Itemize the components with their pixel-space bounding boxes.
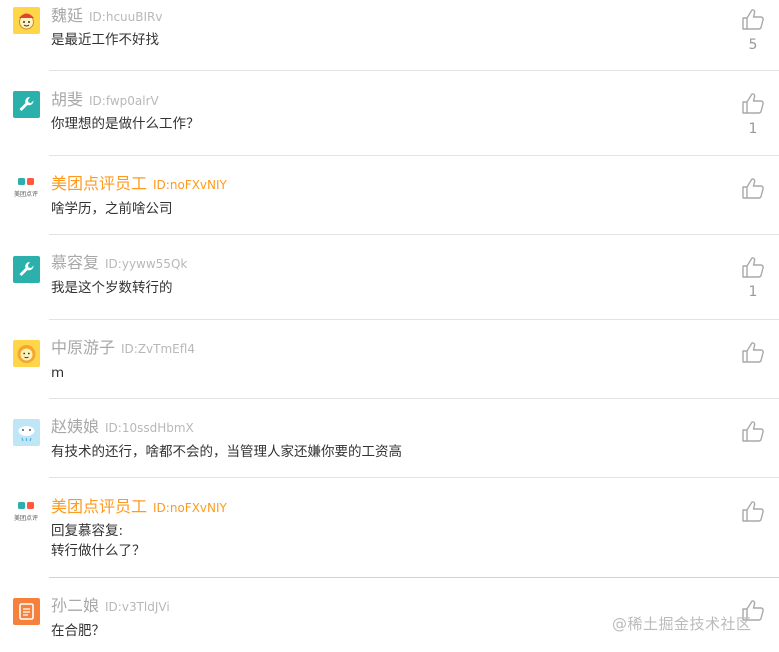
comment-text: 在合肥？ bbox=[51, 623, 105, 639]
avatar[interactable] bbox=[13, 256, 40, 283]
author-name[interactable]: 魏延 bbox=[51, 6, 83, 25]
divider bbox=[49, 477, 779, 478]
avatar[interactable] bbox=[13, 598, 40, 625]
document-icon bbox=[19, 603, 34, 620]
author-name[interactable]: 胡斐 bbox=[51, 90, 83, 109]
avatar[interactable]: 美团点评 bbox=[11, 500, 41, 527]
author-line: 魏延 ID:hcuuBIRv bbox=[51, 5, 162, 28]
author-line: 中原游子 ID:ZvTmEfl4 bbox=[51, 337, 195, 360]
cloud-icon bbox=[18, 426, 35, 442]
author-line: 胡斐 ID:fwp0alrV bbox=[51, 89, 159, 112]
comment-text: 有技术的还行，啥都不会的，当管理人家还嫌你要的工资高 bbox=[51, 444, 402, 460]
avatar[interactable] bbox=[13, 91, 40, 118]
divider bbox=[49, 577, 779, 578]
divider bbox=[49, 155, 779, 156]
yellow-face-icon bbox=[19, 13, 34, 30]
author-id: ID:v3TldJVi bbox=[105, 600, 170, 614]
logo-text: 美团点评 bbox=[14, 514, 38, 522]
like-count: 1 bbox=[748, 121, 758, 137]
author-line: 美团点评员工 ID:noFXvNIY bbox=[51, 173, 227, 196]
lion-face-icon bbox=[17, 345, 36, 363]
avatar[interactable] bbox=[13, 340, 40, 367]
like-count: 1 bbox=[748, 284, 758, 300]
wrench-icon bbox=[19, 261, 34, 276]
avatar[interactable] bbox=[13, 7, 40, 34]
author-name[interactable]: 中原游子 bbox=[51, 338, 115, 357]
like-count: 5 bbox=[748, 37, 758, 53]
author-id: ID:noFXvNIY bbox=[153, 178, 227, 192]
thumbs-up-icon[interactable] bbox=[741, 341, 765, 363]
divider bbox=[49, 70, 779, 71]
author-id: ID:yyww55Qk bbox=[105, 257, 188, 271]
author-line: 美团点评员工 ID:noFXvNIY bbox=[51, 496, 227, 519]
meituan-logo-icon: 美团点评 bbox=[14, 502, 38, 522]
author-name[interactable]: 慕容复 bbox=[51, 253, 99, 272]
comment-text: 我是这个岁数转行的 bbox=[51, 280, 173, 296]
author-id: ID:ZvTmEfl4 bbox=[121, 342, 195, 356]
watermark: @稀土掘金技术社区 bbox=[612, 615, 752, 633]
thumbs-up-icon[interactable] bbox=[741, 420, 765, 442]
author-id: ID:fwp0alrV bbox=[89, 94, 159, 108]
author-name[interactable]: 孙二娘 bbox=[51, 596, 99, 615]
divider bbox=[49, 234, 779, 235]
author-name[interactable]: 美团点评员工 bbox=[51, 497, 147, 516]
comment-text: 你理想的是做什么工作？ bbox=[51, 116, 200, 132]
reply-to-text: 回复慕容复: bbox=[51, 523, 124, 539]
author-id: ID:10ssdHbmX bbox=[105, 421, 194, 435]
avatar[interactable] bbox=[13, 419, 40, 446]
thumbs-up-icon[interactable] bbox=[741, 92, 765, 114]
wrench-icon bbox=[19, 96, 34, 111]
comment-text: 转行做什么了？ bbox=[51, 543, 146, 559]
logo-text: 美团点评 bbox=[14, 190, 38, 198]
author-name[interactable]: 赵姨娘 bbox=[51, 417, 99, 436]
thumbs-up-icon[interactable] bbox=[741, 256, 765, 278]
thumbs-up-icon[interactable] bbox=[741, 8, 765, 30]
author-line: 慕容复 ID:yyww55Qk bbox=[51, 252, 187, 275]
avatar[interactable]: 美团点评 bbox=[11, 176, 41, 203]
meituan-logo-icon: 美团点评 bbox=[14, 178, 38, 198]
divider bbox=[49, 319, 779, 320]
comment-text: 是最近工作不好找 bbox=[51, 32, 159, 48]
author-line: 赵姨娘 ID:10ssdHbmX bbox=[51, 416, 194, 439]
author-id: ID:noFXvNIY bbox=[153, 501, 227, 515]
thumbs-up-icon[interactable] bbox=[741, 177, 765, 199]
comment-text: m bbox=[51, 365, 65, 381]
author-name[interactable]: 美团点评员工 bbox=[51, 174, 147, 193]
thumbs-up-icon[interactable] bbox=[741, 500, 765, 522]
comment-text: 啥学历，之前啥公司 bbox=[51, 201, 173, 217]
author-id: ID:hcuuBIRv bbox=[89, 10, 163, 24]
author-line: 孙二娘 ID:v3TldJVi bbox=[51, 595, 170, 618]
divider bbox=[49, 398, 779, 399]
